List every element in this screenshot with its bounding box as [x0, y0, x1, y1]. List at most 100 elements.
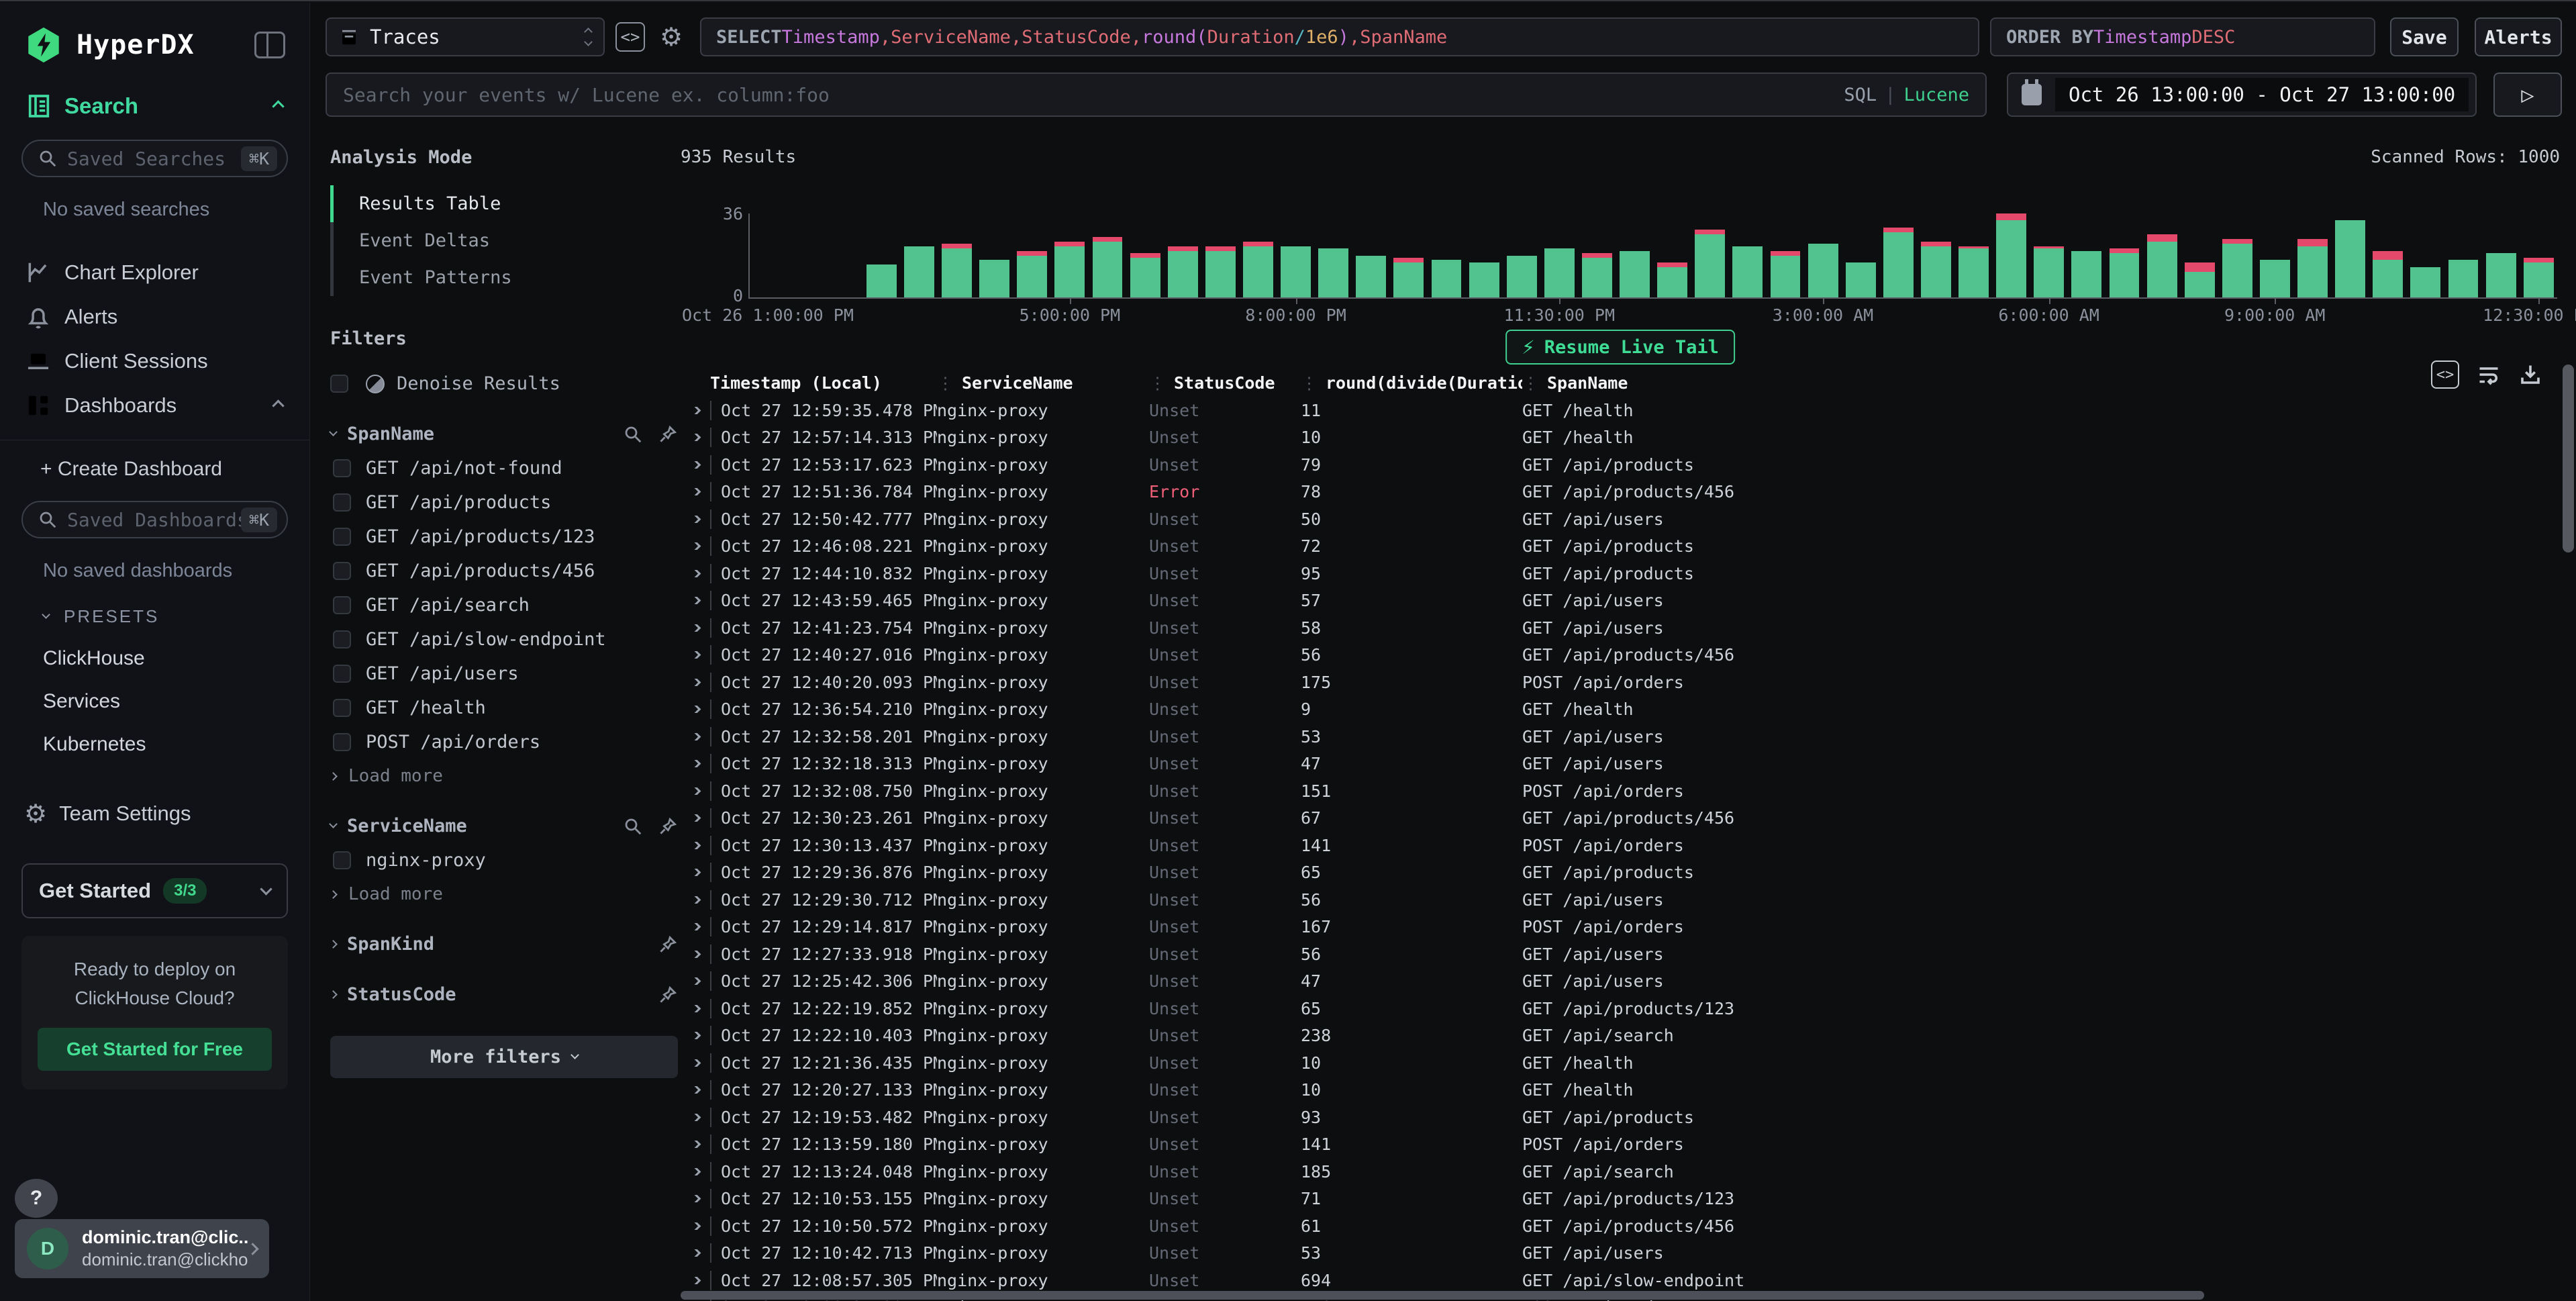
- horizontal-scrollbar[interactable]: [681, 1291, 2204, 1300]
- search-icon[interactable]: [623, 424, 643, 444]
- histogram-slot[interactable]: [1428, 213, 1465, 297]
- column-resize-handle[interactable]: ⋮: [937, 373, 952, 393]
- table-row[interactable]: Oct 27 12:59:35.478 PMnginx-proxyUnset11…: [681, 397, 2560, 424]
- filter-item[interactable]: POST /api/orders: [330, 732, 678, 753]
- histogram-slot[interactable]: [2143, 213, 2181, 297]
- filter-checkbox[interactable]: [333, 459, 351, 477]
- source-select[interactable]: Traces: [326, 17, 605, 56]
- table-row[interactable]: Oct 27 12:10:53.155 PMnginx-proxyUnset71…: [681, 1186, 2560, 1213]
- sidebar-item-dashboards[interactable]: Dashboards: [0, 383, 309, 428]
- filter-checkbox[interactable]: [333, 493, 351, 512]
- table-row[interactable]: Oct 27 12:32:58.201 PMnginx-proxyUnset53…: [681, 723, 2560, 751]
- vertical-scrollbar[interactable]: [2563, 365, 2574, 552]
- table-row[interactable]: Oct 27 12:21:36.435 PMnginx-proxyUnset10…: [681, 1049, 2560, 1077]
- date-range-picker[interactable]: Oct 26 13:00:00 - Oct 27 13:00:00: [2007, 73, 2477, 117]
- histogram-slot[interactable]: [1164, 213, 1201, 297]
- histogram-slot[interactable]: [2068, 213, 2106, 297]
- histogram-slot[interactable]: [1804, 213, 1842, 297]
- table-row[interactable]: Oct 27 12:36:54.210 PMnginx-proxyUnset9G…: [681, 696, 2560, 724]
- histogram-slot[interactable]: [1239, 213, 1277, 297]
- row-expand-chevron-icon[interactable]: [690, 1005, 701, 1012]
- table-row[interactable]: Oct 27 12:57:14.313 PMnginx-proxyUnset10…: [681, 424, 2560, 452]
- sidebar-item-search[interactable]: Search: [0, 64, 309, 119]
- table-row[interactable]: Oct 27 12:29:36.876 PMnginx-proxyUnset65…: [681, 859, 2560, 887]
- histogram-slot[interactable]: [1654, 213, 1691, 297]
- filter-group-header-spanname[interactable]: SpanName: [330, 424, 678, 444]
- select-columns-input[interactable]: SELECT Timestamp,ServiceName,StatusCode,…: [700, 17, 1979, 56]
- table-row[interactable]: Oct 27 12:44:10.832 PMnginx-proxyUnset95…: [681, 560, 2560, 587]
- histogram-slot[interactable]: [1051, 213, 1089, 297]
- histogram-slot[interactable]: [2520, 213, 2557, 297]
- histogram-slot[interactable]: [1691, 213, 1729, 297]
- filter-item[interactable]: GET /api/slow-endpoint: [330, 629, 678, 650]
- histogram-slot[interactable]: [1729, 213, 1767, 297]
- saved-dashboards-input[interactable]: Saved Dashboards ⌘K: [21, 501, 288, 538]
- histogram-slot[interactable]: [1465, 213, 1503, 297]
- pin-icon[interactable]: [658, 816, 678, 836]
- row-expand-chevron-icon[interactable]: [690, 1141, 701, 1148]
- row-expand-chevron-icon[interactable]: [690, 461, 701, 469]
- sidebar-item-clickhouse[interactable]: ClickHouse: [43, 647, 309, 670]
- row-expand-chevron-icon[interactable]: [690, 951, 701, 958]
- edit-sql-button[interactable]: <>: [615, 17, 646, 56]
- histogram-slot[interactable]: [900, 213, 938, 297]
- sidebar-item-chart-explorer[interactable]: Chart Explorer: [0, 250, 309, 295]
- column-header[interactable]: ⋮ServiceName: [937, 373, 1149, 393]
- row-expand-chevron-icon[interactable]: [690, 814, 701, 822]
- histogram-slot[interactable]: [2482, 213, 2520, 297]
- load-more-button[interactable]: Load more: [330, 766, 678, 786]
- histogram-slot[interactable]: [2181, 213, 2218, 297]
- filter-checkbox[interactable]: [333, 562, 351, 580]
- table-row[interactable]: Oct 27 12:53:17.623 PMnginx-proxyUnset79…: [681, 451, 2560, 479]
- histogram-slot[interactable]: [1993, 213, 2030, 297]
- table-row[interactable]: Oct 27 12:27:33.918 PMnginx-proxyUnset56…: [681, 941, 2560, 968]
- alerts-button[interactable]: Alerts: [2475, 17, 2562, 56]
- order-by-input[interactable]: ORDER BY Timestamp DESC: [1990, 17, 2375, 56]
- histogram-slot[interactable]: [2030, 213, 2068, 297]
- more-filters-button[interactable]: More filters: [330, 1036, 678, 1078]
- table-row[interactable]: Oct 27 12:13:59.180 PMnginx-proxyUnset14…: [681, 1131, 2560, 1159]
- table-row[interactable]: Oct 27 12:50:42.777 PMnginx-proxyUnset50…: [681, 505, 2560, 533]
- table-row[interactable]: Oct 27 12:41:23.754 PMnginx-proxyUnset58…: [681, 614, 2560, 642]
- histogram-slot[interactable]: [1842, 213, 1879, 297]
- row-expand-chevron-icon[interactable]: [690, 434, 701, 441]
- histogram-slot[interactable]: [1089, 213, 1126, 297]
- create-dashboard-button[interactable]: + Create Dashboard: [0, 440, 309, 481]
- run-query-button[interactable]: ▷: [2493, 73, 2562, 117]
- filter-checkbox[interactable]: [333, 733, 351, 751]
- table-row[interactable]: Oct 27 12:08:57.305 PMnginx-proxyUnset69…: [681, 1267, 2560, 1294]
- row-expand-chevron-icon[interactable]: [690, 407, 701, 414]
- presets-section-toggle[interactable]: PRESETS: [43, 606, 309, 627]
- row-expand-chevron-icon[interactable]: [690, 842, 701, 849]
- histogram-slot[interactable]: [1013, 213, 1051, 297]
- pin-icon[interactable]: [658, 934, 678, 955]
- sidebar-item-alerts[interactable]: Alerts: [0, 295, 309, 339]
- sidebar-item-client-sessions[interactable]: Client Sessions: [0, 339, 309, 383]
- analysis-mode-event-patterns[interactable]: Event Patterns: [330, 259, 678, 296]
- row-expand-chevron-icon[interactable]: [690, 679, 701, 686]
- filter-group-header-servicename[interactable]: ServiceName: [330, 816, 678, 836]
- column-resize-handle[interactable]: ⋮: [1149, 373, 1165, 393]
- row-expand-chevron-icon[interactable]: [690, 1032, 701, 1039]
- analysis-mode-results-table[interactable]: Results Table: [330, 185, 678, 222]
- filter-item[interactable]: GET /api/products: [330, 492, 678, 513]
- table-row[interactable]: Oct 27 12:40:20.093 PMnginx-proxyUnset17…: [681, 669, 2560, 696]
- histogram-slot[interactable]: [1578, 213, 1616, 297]
- table-row[interactable]: Oct 27 12:32:18.313 PMnginx-proxyUnset47…: [681, 751, 2560, 778]
- row-expand-chevron-icon[interactable]: [690, 624, 701, 632]
- lucene-mode-button[interactable]: Lucene: [1903, 85, 1969, 105]
- row-expand-chevron-icon[interactable]: [690, 1222, 701, 1230]
- sql-mode-button[interactable]: SQL: [1844, 85, 1877, 105]
- filter-item[interactable]: GET /api/users: [330, 663, 678, 684]
- histogram-slot[interactable]: [1879, 213, 1917, 297]
- table-row[interactable]: Oct 27 12:22:10.403 PMnginx-proxyUnset23…: [681, 1022, 2560, 1050]
- row-expand-chevron-icon[interactable]: [690, 1114, 701, 1121]
- pin-icon[interactable]: [658, 985, 678, 1005]
- table-row[interactable]: Oct 27 12:40:27.016 PMnginx-proxyUnset56…: [681, 642, 2560, 669]
- histogram-slot[interactable]: [1315, 213, 1352, 297]
- row-expand-chevron-icon[interactable]: [690, 516, 701, 523]
- table-row[interactable]: Oct 27 12:20:27.133 PMnginx-proxyUnset10…: [681, 1077, 2560, 1104]
- table-row[interactable]: Oct 27 12:46:08.221 PMnginx-proxyUnset72…: [681, 533, 2560, 561]
- row-expand-chevron-icon[interactable]: [690, 923, 701, 930]
- histogram-slot[interactable]: [1277, 213, 1315, 297]
